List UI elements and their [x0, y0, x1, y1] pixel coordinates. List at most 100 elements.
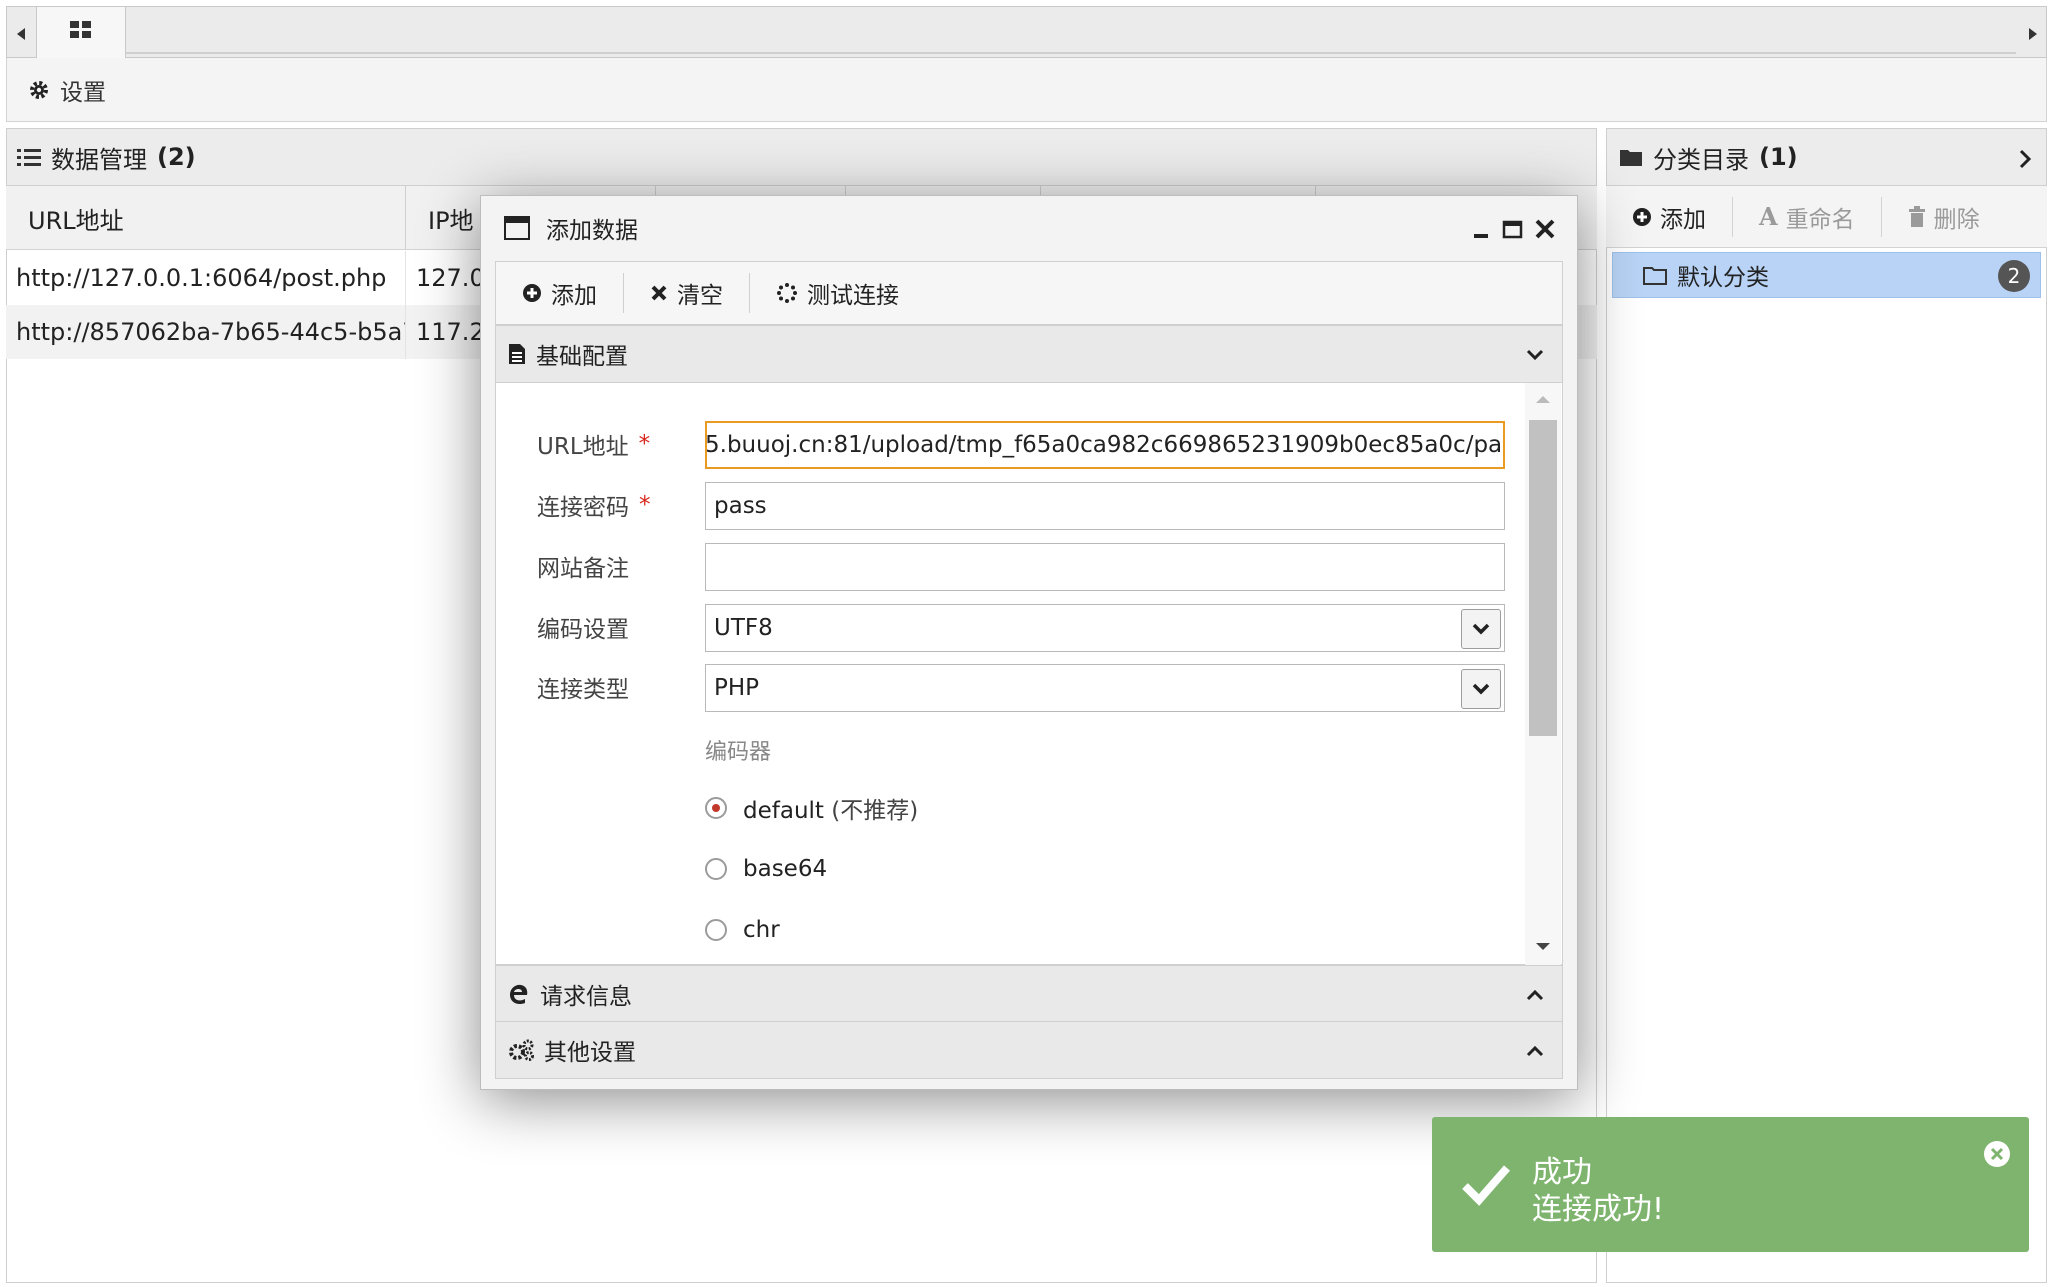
encoder-option-default[interactable]: default (不推荐)	[705, 788, 918, 828]
check-icon	[1460, 1160, 1512, 1208]
test-connection-button[interactable]: 测试连接	[750, 273, 925, 313]
encoding-value: UTF8	[714, 615, 773, 641]
dialog-title: 添加数据	[546, 218, 638, 244]
dialog-titlebar[interactable]: 添加数据	[480, 195, 1578, 261]
note-field[interactable]	[705, 543, 1505, 591]
data-panel-header: 数据管理 (2)	[6, 128, 1597, 186]
plus-circle-icon	[522, 283, 542, 303]
trash-icon	[1908, 205, 1926, 228]
add-category-label: 添加	[1660, 206, 1706, 233]
section-request-info[interactable]: 请求信息	[495, 965, 1563, 1023]
maximize-icon[interactable]	[1497, 214, 1527, 244]
scrollbar-thumb[interactable]	[1529, 420, 1557, 736]
category-toolbar: 添加 A 重命名 删除	[1606, 186, 2047, 248]
scroll-right-icon[interactable]	[2020, 18, 2046, 50]
encoding-label: 编码设置	[537, 617, 629, 643]
category-panel-title: 分类目录	[1653, 145, 1749, 174]
category-item-label: 默认分类	[1677, 265, 1769, 291]
encoder-hint: (不推荐)	[831, 798, 919, 824]
test-connection-label: 测试连接	[807, 283, 899, 309]
required-mark: *	[638, 431, 651, 457]
settings-bar	[6, 58, 2047, 122]
settings-label: 设置	[60, 80, 106, 106]
category-panel-header: 分类目录 (1)	[1606, 128, 2047, 186]
settings-button[interactable]: 设置	[28, 70, 106, 110]
add-button-label: 添加	[551, 283, 597, 309]
section-request-title: 请求信息	[540, 984, 632, 1010]
tab-strip-divider	[126, 52, 2016, 54]
encoder-name: base64	[743, 856, 828, 882]
encoding-select[interactable]: UTF8	[705, 604, 1505, 652]
chevron-up-icon	[1524, 984, 1546, 1006]
chevron-down-icon[interactable]	[1461, 669, 1501, 709]
encoder-option-chr[interactable]: chr	[705, 910, 780, 950]
data-panel-title: 数据管理	[51, 145, 147, 174]
encoder-label: 编码器	[705, 740, 772, 765]
window-icon	[504, 216, 530, 240]
url-field[interactable]: 5.buuoj.cn:81/upload/tmp_f65a0ca982c6698…	[705, 421, 1505, 469]
minimize-icon[interactable]	[1466, 214, 1496, 244]
category-panel	[1606, 128, 2047, 1283]
dialog-toolbar: 添加 清空 测试连接	[495, 261, 1563, 325]
encoder-name: chr	[743, 917, 780, 943]
folder-open-icon	[1643, 265, 1667, 285]
note-label: 网站备注	[537, 556, 629, 582]
edge-icon	[508, 983, 530, 1005]
password-label-text: 连接密码	[537, 495, 629, 521]
tab-bar	[6, 6, 2047, 58]
cell-url: http://127.0.0.1:6064/post.php	[6, 251, 406, 305]
radio-button[interactable]	[705, 919, 727, 941]
gears-icon	[508, 1039, 534, 1061]
encoder-option-base64[interactable]: base64	[705, 849, 827, 889]
type-value: PHP	[714, 675, 760, 701]
scroll-down-icon[interactable]	[1532, 940, 1554, 954]
rename-category-label: 重命名	[1785, 206, 1855, 233]
type-label: 连接类型	[537, 677, 629, 703]
toast-message: 连接成功!	[1532, 1192, 1665, 1227]
gear-icon	[28, 79, 50, 101]
delete-category-button[interactable]: 删除	[1882, 197, 2006, 237]
url-label-text: URL地址	[537, 434, 629, 460]
cell-url: http://857062ba-7b65-44c5-b5a7-	[6, 305, 406, 359]
section-other-title: 其他设置	[544, 1040, 636, 1066]
column-header-url[interactable]: URL地址	[6, 186, 406, 250]
category-count-badge: 2	[1998, 260, 2030, 292]
section-basic-title: 基础配置	[536, 344, 628, 370]
rename-category-button[interactable]: A 重命名	[1733, 196, 1882, 237]
password-label: 连接密码 *	[537, 485, 651, 525]
success-toast	[1432, 1117, 2029, 1252]
url-field-value: 5.buuoj.cn:81/upload/tmp_f65a0ca982c6698…	[705, 432, 1505, 458]
chevron-right-icon[interactable]	[2012, 146, 2038, 172]
section-basic-config[interactable]: 基础配置	[495, 325, 1563, 383]
close-icon[interactable]	[1530, 214, 1560, 244]
add-category-button[interactable]: 添加	[1606, 196, 1733, 237]
clear-button-label: 清空	[677, 283, 723, 309]
add-button[interactable]: 添加	[496, 273, 624, 313]
scroll-left-icon[interactable]	[8, 18, 34, 50]
radio-button[interactable]	[705, 797, 727, 819]
clear-button[interactable]: 清空	[624, 273, 750, 313]
tab-home[interactable]	[36, 6, 126, 58]
section-other-settings[interactable]: 其他设置	[495, 1021, 1563, 1079]
grid-icon	[70, 21, 91, 38]
font-icon: A	[1759, 202, 1778, 231]
url-label: URL地址 *	[537, 424, 650, 464]
plus-circle-icon	[1632, 207, 1652, 227]
category-panel-count: (1)	[1759, 143, 1798, 171]
list-icon	[17, 147, 41, 167]
data-panel-count: (2)	[157, 143, 196, 171]
times-icon	[650, 284, 668, 302]
chevron-down-icon	[1524, 344, 1546, 366]
folder-icon	[1619, 147, 1643, 167]
close-circle-icon[interactable]	[1983, 1140, 2011, 1168]
scroll-up-icon[interactable]	[1532, 392, 1554, 406]
type-select[interactable]: PHP	[705, 664, 1505, 712]
radio-button[interactable]	[705, 858, 727, 880]
chevron-up-icon	[1524, 1040, 1546, 1062]
required-mark: *	[639, 492, 651, 518]
password-field[interactable]: pass	[705, 482, 1505, 530]
category-item-default[interactable]: 默认分类 2	[1612, 252, 2041, 298]
chevron-down-icon[interactable]	[1461, 609, 1501, 649]
spinner-icon	[776, 282, 798, 304]
encoder-name: default	[743, 798, 824, 824]
